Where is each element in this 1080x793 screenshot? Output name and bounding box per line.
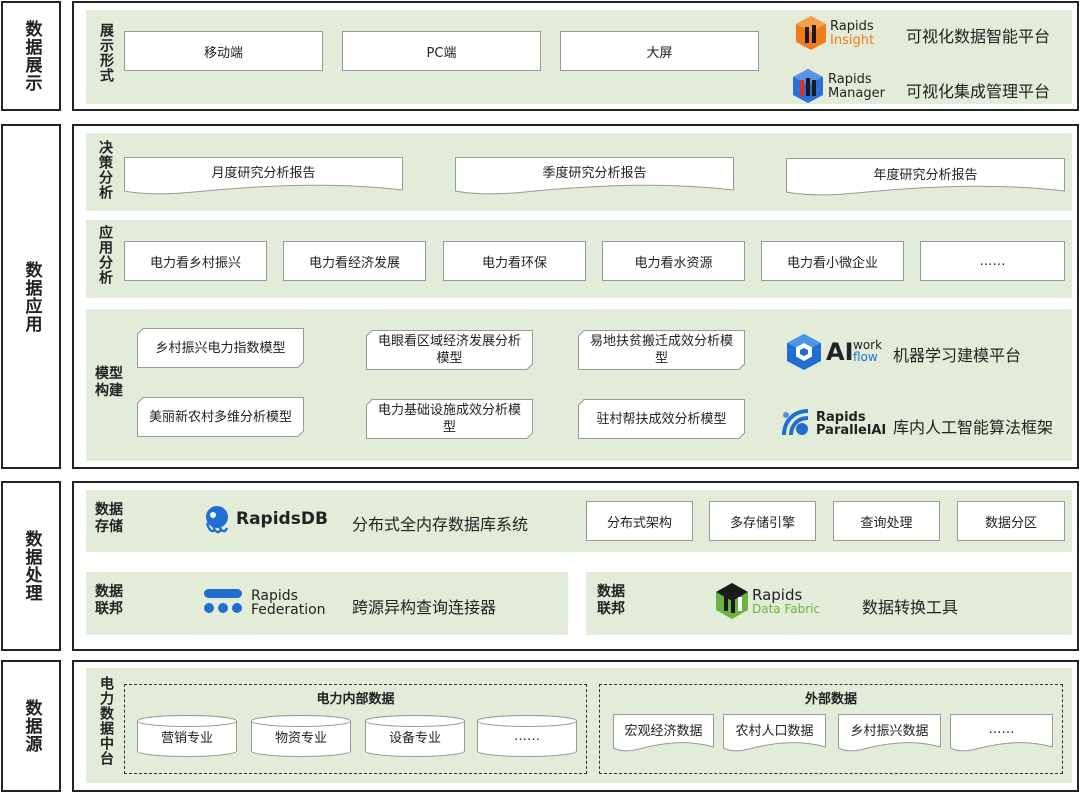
- internal-materials: 物资专业: [251, 715, 351, 757]
- model-relocation: 易地扶贫搬迁成效分析模型: [578, 330, 745, 370]
- parallel-ai-logo-icon: [782, 409, 809, 436]
- rapids-manager-logo-text: Rapids Manager: [828, 72, 885, 101]
- source-label: 电力数据中台: [98, 676, 114, 766]
- layer-label-source: 数据源: [1, 660, 61, 792]
- external-more: ……: [950, 714, 1053, 754]
- rapids-federation-logo-icon: [204, 589, 242, 613]
- app-analysis-label: 应用分析: [97, 225, 113, 285]
- model-village-assist: 驻村帮扶成效分析模型: [578, 399, 745, 439]
- model-label: 模型构建: [95, 366, 123, 399]
- external-data-title: 外部数据: [804, 692, 857, 707]
- rapids-data-fabric-logo-icon: [716, 583, 748, 619]
- rapidsdb-logo-text: RapidsDB: [236, 509, 328, 529]
- model-new-village: 美丽新农村多维分析模型: [137, 397, 304, 437]
- external-rural-population: 农村人口数据: [723, 714, 826, 754]
- report-monthly: 月度研究分析报告: [124, 157, 403, 197]
- display-form-pc: PC端: [342, 31, 541, 71]
- rapids-insight-logo-text: Rapids Insight: [830, 19, 875, 48]
- layer-label-display: 数据展示: [1, 1, 61, 111]
- app-small-business: 电力看小微企业: [761, 241, 904, 281]
- internal-more: ……: [477, 715, 577, 757]
- rapids-insight-logo-icon: [796, 16, 826, 50]
- parallel-ai-name: 库内人工智能算法框架: [893, 418, 1054, 437]
- fabric-name: 数据转换工具: [862, 598, 959, 617]
- report-quarterly: 季度研究分析报告: [455, 157, 734, 197]
- federation-label: 数据联邦: [95, 584, 123, 617]
- ai-logo-big: AI: [826, 338, 854, 366]
- ai-platform-name: 机器学习建模平台: [893, 346, 1022, 365]
- display-form-mobile: 移动端: [124, 31, 323, 71]
- model-infrastructure: 电力基础设施成效分析模型: [366, 399, 533, 439]
- feature-query: 查询处理: [833, 501, 940, 541]
- app-water: 电力看水资源: [602, 241, 745, 281]
- internal-equipment: 设备专业: [365, 715, 465, 757]
- external-rural-revitalization: 乡村振兴数据: [838, 714, 941, 754]
- fabric-label: 数据联邦: [597, 584, 625, 617]
- fabric-band: [586, 572, 1072, 635]
- manager-platform-name: 可视化集成管理平台: [906, 82, 1051, 101]
- app-environment: 电力看环保: [443, 241, 586, 281]
- internal-data-title: 电力内部数据: [316, 692, 395, 707]
- insight-platform-name: 可视化数据智能平台: [906, 27, 1051, 46]
- parallel-ai-logo-text: Rapids ParallelAI: [816, 410, 887, 438]
- ai-workflow-logo-icon: [787, 334, 821, 370]
- storage-label: 数据存储: [95, 502, 123, 535]
- rapidsdb-logo-icon: [205, 506, 229, 534]
- layer-label-processing: 数据处理: [1, 481, 61, 651]
- rapids-federation-logo-text: Rapids Federation: [251, 588, 326, 618]
- model-regional-economy: 电眼看区域经济发展分析模型: [366, 330, 533, 370]
- layer-label-application: 数据应用: [1, 124, 61, 469]
- feature-distributed: 分布式架构: [586, 501, 693, 541]
- decision-label: 决策分析: [97, 140, 113, 200]
- model-rural-index: 乡村振兴电力指数模型: [137, 328, 304, 368]
- app-more: ……: [920, 241, 1065, 281]
- display-form-bigscreen: 大屏: [560, 31, 759, 71]
- rapidsdb-name: 分布式全内存数据库系统: [352, 515, 529, 534]
- rapids-data-fabric-logo-text: Rapids Data Fabric: [752, 586, 821, 617]
- app-rural: 电力看乡村振兴: [124, 241, 267, 281]
- federation-name: 跨源异构查询连接器: [352, 598, 497, 617]
- rapids-manager-logo-icon: [793, 69, 823, 103]
- display-form-label: 展示形式: [98, 23, 114, 83]
- app-economy: 电力看经济发展: [283, 241, 426, 281]
- feature-partition: 数据分区: [957, 501, 1065, 541]
- ai-logo-words: work flow: [853, 338, 883, 364]
- external-macro-economy: 宏观经济数据: [613, 714, 714, 754]
- report-annual: 年度研究分析报告: [786, 158, 1065, 198]
- feature-multi-engine: 多存储引擎: [709, 501, 816, 541]
- internal-marketing: 营销专业: [137, 715, 237, 757]
